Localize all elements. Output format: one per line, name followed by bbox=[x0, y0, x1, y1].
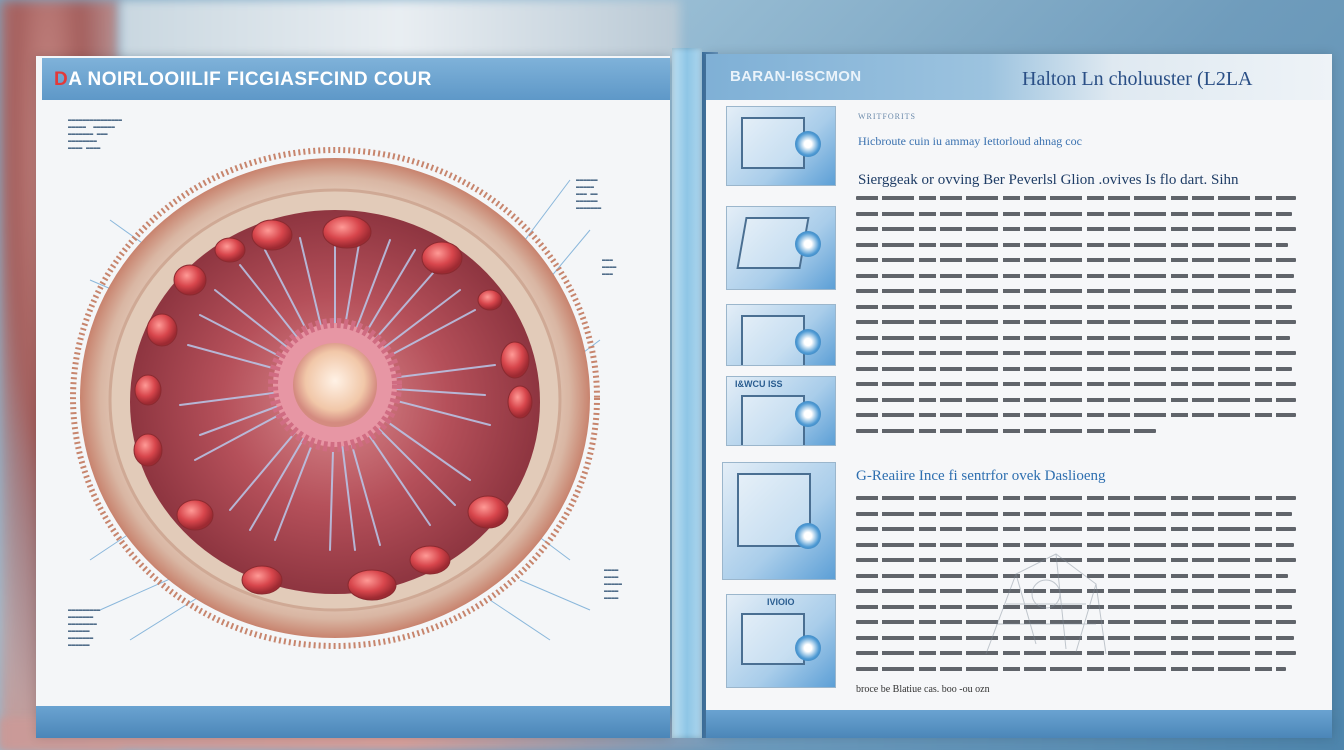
section-heading-2: G-Reaiire Ince fi sentrfor ovek Daslioen… bbox=[856, 468, 1106, 484]
section-heading-1: Sierggeak or ovving Ber Peverlsl Glion .… bbox=[858, 172, 1239, 188]
title-initial: D bbox=[54, 69, 69, 90]
section-label: BARAN-I6SCMON bbox=[730, 68, 862, 85]
machine-sketch-overlay bbox=[985, 553, 1107, 655]
left-page-title: DA NOIRLOOIILIF FICGIASFCIND COUR bbox=[54, 69, 432, 91]
thumbnail-4: I&WCU ISS bbox=[726, 376, 836, 446]
body-text-block-1 bbox=[856, 196, 1296, 444]
thumbnail-5 bbox=[722, 462, 836, 580]
thumbnail-3 bbox=[726, 304, 836, 366]
subheading: Hicbroute cuin iu ammay Iettorloud ahnag… bbox=[858, 134, 1082, 148]
thumbnail-4-label: I&WCU ISS bbox=[735, 379, 783, 389]
book-spine bbox=[672, 48, 702, 738]
left-page: DA NOIRLOOIILIF FICGIASFCIND COUR ▬▬▬▬▬▬… bbox=[36, 56, 670, 738]
thumbnail-6-label: IVIOIO bbox=[767, 597, 795, 607]
right-footer-bar bbox=[706, 710, 1332, 738]
central-core bbox=[293, 343, 377, 427]
title-rest: A NOIRLOOIILIF FICGIASFCIND COUR bbox=[68, 69, 432, 90]
left-header-bar: DA NOIRLOOIILIF FICGIASFCIND COUR bbox=[42, 58, 670, 100]
label-small: WRITFORITS bbox=[858, 112, 916, 121]
thumbnail-6: IVIOIO bbox=[726, 594, 836, 688]
right-page-title: Halton Ln choluuster (L2LA bbox=[1022, 68, 1253, 90]
closing-text: broce be Blatiue cas. boo -ou ozn bbox=[856, 684, 990, 695]
background-blur-top bbox=[120, 0, 680, 60]
thumbnail-1 bbox=[726, 106, 836, 186]
right-page: BARAN-I6SCMON Halton Ln choluuster (L2LA… bbox=[706, 54, 1332, 738]
left-footer-bar bbox=[36, 706, 670, 738]
right-header-bar: BARAN-I6SCMON Halton Ln choluuster (L2LA bbox=[706, 54, 1332, 100]
tissue-specimen-illustration bbox=[70, 147, 601, 649]
thumbnail-2 bbox=[726, 206, 836, 290]
